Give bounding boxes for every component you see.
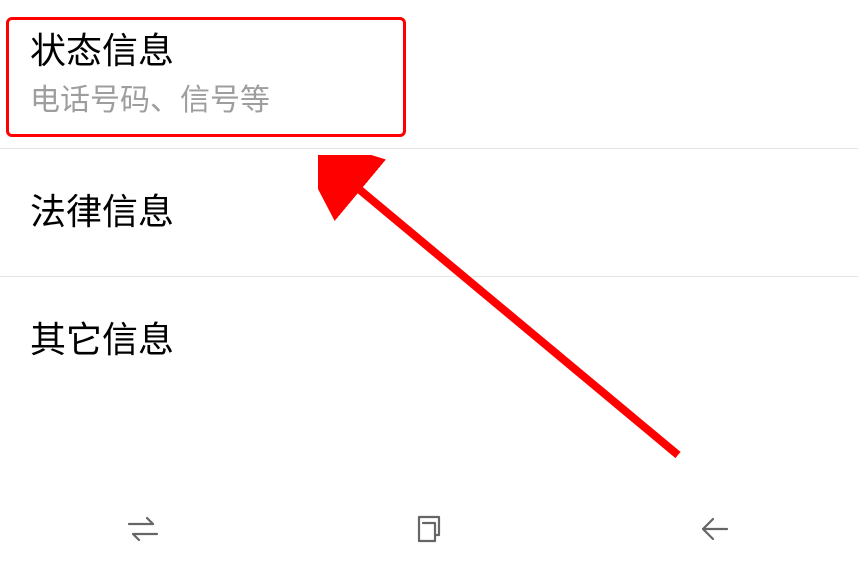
back-arrow-icon: [697, 514, 733, 544]
navigation-bar: [0, 486, 858, 572]
settings-list: 状态信息 电话号码、信号等 法律信息 其它信息: [0, 0, 858, 403]
swap-icon: [123, 514, 163, 544]
other-info-item[interactable]: 其它信息: [0, 277, 858, 404]
recent-apps-button[interactable]: [83, 499, 203, 559]
home-button[interactable]: [369, 499, 489, 559]
status-info-subtitle: 电话号码、信号等: [30, 81, 828, 120]
back-button[interactable]: [655, 499, 775, 559]
status-info-title: 状态信息: [30, 28, 828, 75]
other-info-title: 其它信息: [30, 317, 828, 364]
status-info-item[interactable]: 状态信息 电话号码、信号等: [0, 0, 858, 149]
legal-info-title: 法律信息: [30, 189, 828, 236]
home-icon: [413, 513, 445, 545]
legal-info-item[interactable]: 法律信息: [0, 149, 858, 277]
